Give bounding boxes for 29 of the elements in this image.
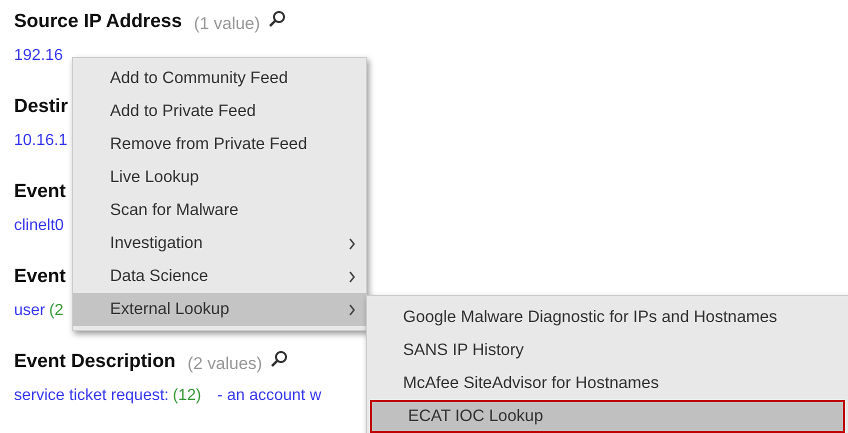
menu-item[interactable]: Add to Private Feed [73, 95, 366, 128]
value-count: (2 [49, 301, 64, 321]
menu-item[interactable]: Live Lookup [73, 161, 366, 194]
value-link[interactable]: 192.16 [14, 44, 63, 68]
field-heading: Source IP Address [14, 10, 182, 34]
menu-item[interactable]: Add to Community Feed [73, 62, 366, 95]
field-heading: Destir [14, 94, 68, 118]
value-link[interactable]: service ticket request: [14, 384, 169, 408]
menu-item[interactable]: McAfee SiteAdvisor for Hostnames [367, 367, 848, 400]
search-icon[interactable] [270, 350, 288, 368]
value-link[interactable]: clinelt0 [14, 214, 64, 238]
search-icon[interactable] [268, 10, 286, 28]
menu-item[interactable]: Scan for Malware [73, 194, 366, 227]
menu-item[interactable]: SANS IP History [367, 334, 848, 367]
menu-item[interactable]: Investigation [73, 227, 366, 260]
value-link[interactable]: - an account w [217, 384, 322, 408]
value-count: (12) [172, 386, 202, 406]
value-count: (1 value) [194, 12, 260, 34]
field-heading: Event [14, 180, 66, 204]
menu-item[interactable]: Google Malware Diagnostic for IPs and Hostnames [367, 301, 848, 334]
menu-item[interactable]: Remove from Private Feed [73, 128, 366, 161]
field-heading: Event Description [14, 350, 176, 374]
menu-item[interactable]: Data Science [73, 260, 366, 293]
value-link[interactable]: user [14, 299, 46, 323]
menu-item[interactable]: ECAT IOC Lookup [370, 400, 845, 433]
value-link[interactable]: 10.16.1 [14, 129, 68, 153]
value-count: (2 values) [188, 352, 262, 374]
field-heading: Event [14, 264, 66, 288]
menu-item[interactable]: External Lookup [73, 293, 366, 326]
